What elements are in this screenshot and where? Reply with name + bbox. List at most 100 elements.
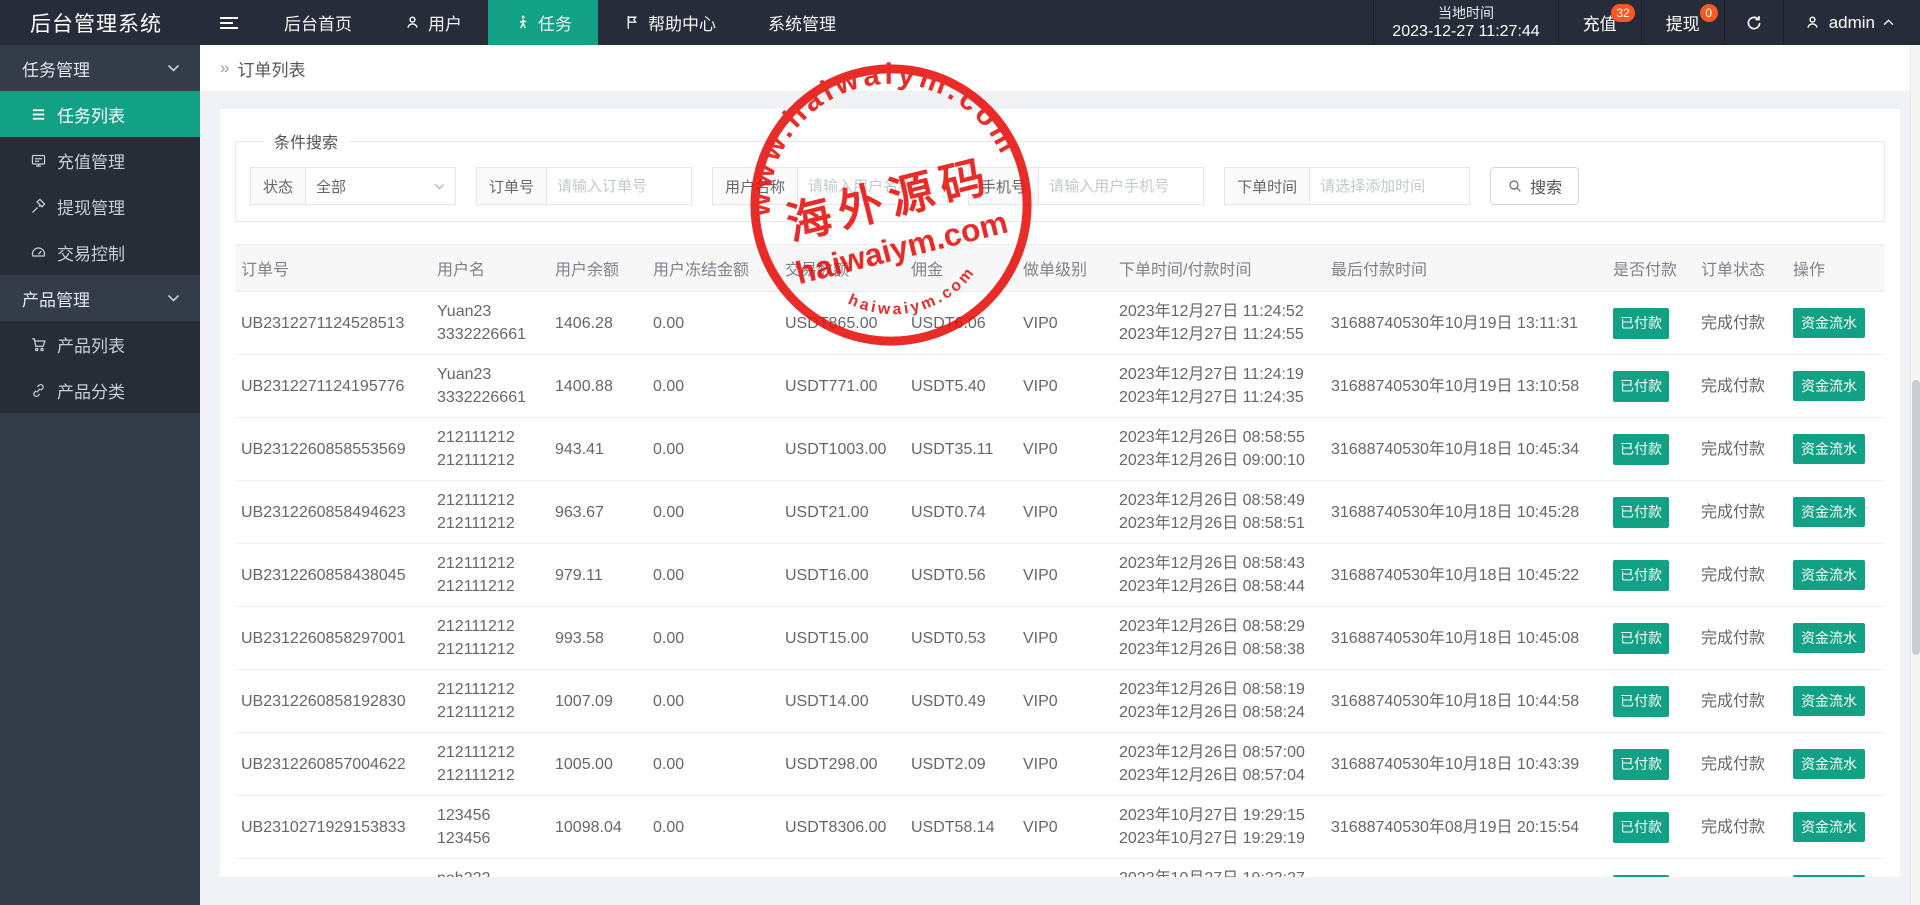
cell-frozen: 0.00	[647, 354, 779, 418]
sidebar-item-product-category[interactable]: 产品分类	[0, 367, 200, 413]
status-select[interactable]: 全部	[306, 167, 457, 205]
cell-paid: 已付款	[1607, 543, 1695, 607]
cell-balance: 1400.88	[549, 354, 647, 418]
cell-order-pay-time: 2023年12月26日 08:57:00 2023年12月26日 08:57:04	[1113, 732, 1325, 796]
nav-item-home[interactable]: 后台首页	[258, 0, 378, 45]
cell-balance: 511.07	[549, 858, 647, 877]
fund-flow-button[interactable]: 资金流水	[1793, 875, 1865, 877]
paid-badge: 已付款	[1613, 559, 1669, 591]
cell-status: 完成付款	[1695, 795, 1787, 859]
vertical-scrollbar[interactable]	[1910, 45, 1920, 905]
user-icon	[407, 16, 418, 28]
cell-last-pay-time: 31688740530年10月18日 10:43:39	[1325, 732, 1607, 796]
cell-frozen: 0.00	[647, 417, 779, 481]
fund-flow-button[interactable]: 资金流水	[1793, 497, 1865, 527]
table-row: UB2312260858297001 212111212 212111212 993.…	[235, 606, 1885, 670]
nav-item-system[interactable]: 系统管理	[742, 0, 862, 45]
cell-level: VIP0	[1017, 795, 1113, 859]
fund-flow-button[interactable]: 资金流水	[1793, 308, 1865, 338]
cell-last-pay-time: 31688740530年10月19日 13:10:58	[1325, 354, 1607, 418]
cell-order-pay-time: 2023年12月26日 08:58:29 2023年12月26日 08:58:38	[1113, 606, 1325, 670]
cell-status: 完成付款	[1695, 354, 1787, 418]
order-time-label: 下单时间	[1224, 167, 1311, 205]
fund-flow-button[interactable]: 资金流水	[1793, 749, 1865, 779]
cell-username: 212111212 212111212	[431, 480, 549, 544]
cell-level: VIP0	[1017, 669, 1113, 733]
paid-badge: 已付款	[1613, 685, 1669, 717]
search-button[interactable]: 搜索	[1490, 167, 1580, 205]
table-row: UB2312260858553569 212111212 212111212 943.…	[235, 417, 1885, 481]
fund-flow-button[interactable]: 资金流水	[1793, 560, 1865, 590]
cell-username: Yuan23 3332226661	[431, 291, 549, 355]
cell-action: 资金流水	[1787, 606, 1885, 670]
cell-commission: USDT0.53	[905, 606, 1017, 670]
fund-flow-button[interactable]: 资金流水	[1793, 371, 1865, 401]
column-header: 最后付款时间	[1325, 244, 1607, 292]
sidebar-item-product-list[interactable]: 产品列表	[0, 321, 200, 367]
order-time-filter: 下单时间	[1224, 167, 1471, 205]
cell-order-no: UB2312260858494623	[235, 480, 431, 544]
cell-username: Yuan23 3332226661	[431, 354, 549, 418]
cell-status: 完成付款	[1695, 480, 1787, 544]
nav-item-help[interactable]: 帮助中心	[598, 0, 742, 45]
column-header: 用户冻结金额	[647, 244, 779, 292]
cell-last-pay-time: 31688740530年10月19日 13:11:31	[1325, 291, 1607, 355]
order-time-input[interactable]	[1310, 167, 1471, 205]
sidebar-group-task[interactable]: 任务管理	[0, 45, 200, 91]
order-no-filter: 订单号	[476, 167, 693, 205]
cell-amount: USDT266.00	[779, 858, 905, 877]
cell-order-no: UB2312260858192830	[235, 669, 431, 733]
cell-commission: USDT0.74	[905, 480, 1017, 544]
cell-commission: USDT0.56	[905, 543, 1017, 607]
nav-item-users[interactable]: 用户	[378, 0, 488, 45]
sidebar-item-withdraw[interactable]: 提现管理	[0, 183, 200, 229]
refresh-icon	[1747, 15, 1761, 29]
refresh-button[interactable]	[1723, 0, 1783, 45]
link-icon	[33, 383, 44, 397]
username-input[interactable]	[798, 167, 949, 205]
fund-flow-button[interactable]: 资金流水	[1793, 623, 1865, 653]
breadcrumb: » 订单列表	[200, 45, 1920, 92]
fund-flow-button[interactable]: 资金流水	[1793, 434, 1865, 464]
sidebar-item-task-list[interactable]: 任务列表	[0, 91, 200, 137]
local-time-value: 2023-12-27 11:27:44	[1392, 22, 1540, 40]
cell-amount: USDT21.00	[779, 480, 905, 544]
sidebar-item-trade-control[interactable]: 交易控制	[0, 229, 200, 275]
chevron-up-icon	[1883, 19, 1894, 26]
withdraw-link[interactable]: 提现 0	[1640, 0, 1724, 45]
fund-flow-button[interactable]: 资金流水	[1793, 812, 1865, 842]
cell-frozen: 0.00	[647, 795, 779, 859]
cell-order-no: UB2312260858553569	[235, 417, 431, 481]
cell-frozen: 0.00	[647, 480, 779, 544]
search-icon	[1509, 180, 1521, 192]
admin-menu[interactable]: admin	[1782, 0, 1920, 45]
cell-status: 完成付款	[1695, 606, 1787, 670]
fund-flow-button[interactable]: 资金流水	[1793, 686, 1865, 716]
cell-order-pay-time: 2023年12月26日 08:58:43 2023年12月26日 08:58:44	[1113, 543, 1325, 607]
table-row: UB2312260857004622 212111212 212111212 1005…	[235, 732, 1885, 796]
cell-amount: USDT15.00	[779, 606, 905, 670]
order-no-input[interactable]	[547, 167, 693, 205]
cell-balance: 993.58	[549, 606, 647, 670]
cell-username: poh222poh222	[431, 858, 549, 877]
phone-input[interactable]	[1039, 167, 1205, 205]
recharge-link[interactable]: 充值 32	[1557, 0, 1641, 45]
sidebar-toggle-button[interactable]	[200, 0, 258, 45]
cell-order-pay-time: 2023年12月27日 11:24:19 2023年12月27日 11:24:35	[1113, 354, 1325, 418]
hamburger-icon	[220, 14, 238, 32]
sidebar-group-product[interactable]: 产品管理	[0, 275, 200, 321]
cell-username: 212111212 212111212	[431, 606, 549, 670]
order-list-card: 条件搜索 状态 全部 订单号 用户名称	[220, 109, 1900, 877]
cell-order-pay-time: 2023年12月26日 08:58:55 2023年12月26日 09:00:10	[1113, 417, 1325, 481]
cell-commission: USDT1.86	[905, 858, 1017, 877]
cell-amount: USDT298.00	[779, 732, 905, 796]
cell-amount: USDT8306.00	[779, 795, 905, 859]
scrollbar-thumb[interactable]	[1912, 380, 1920, 655]
cell-order-pay-time: 2023年10月27日 19:29:15 2023年10月27日 19:29:19	[1113, 795, 1325, 859]
sidebar-item-recharge[interactable]: 充值管理	[0, 137, 200, 183]
cell-frozen: 0.00	[647, 291, 779, 355]
order-table-body: UB2312271124528513 Yuan23 3332226661 1406.2…	[235, 291, 1885, 877]
cell-frozen: 0.00	[647, 606, 779, 670]
cell-paid: 已付款	[1607, 732, 1695, 796]
nav-item-tasks[interactable]: 任务	[488, 0, 598, 45]
